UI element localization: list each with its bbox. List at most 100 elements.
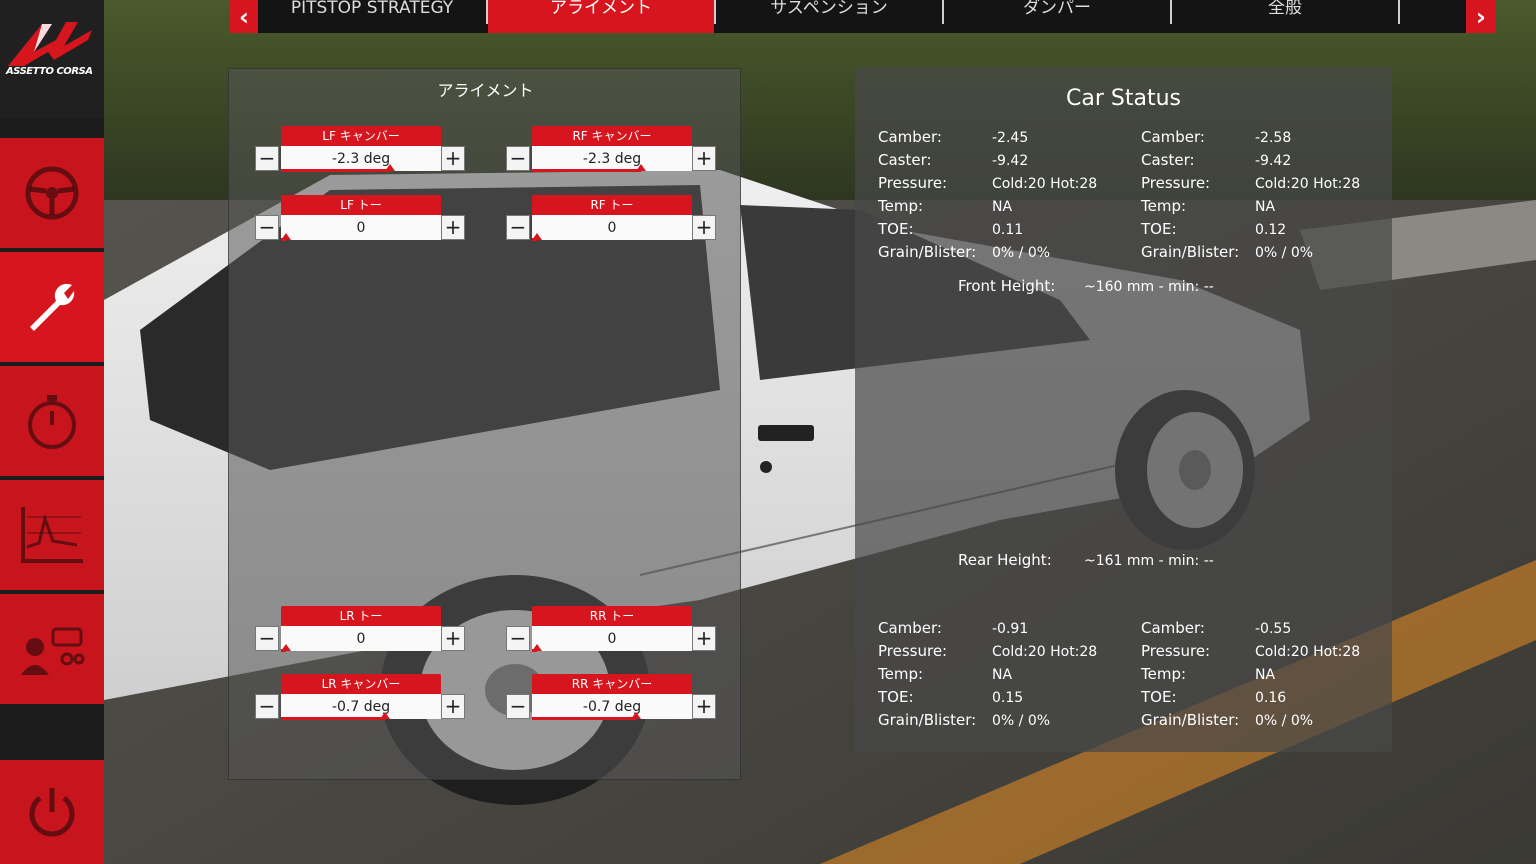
control-label: RF キャンバー (532, 126, 692, 146)
value-slider[interactable] (532, 712, 692, 720)
slider-marker-icon (380, 712, 390, 719)
tab-pitstop-strategy[interactable]: PITSTOP STRATEGY (258, 0, 486, 33)
increase-button[interactable]: + (441, 626, 465, 651)
control-value[interactable]: -2.3 deg (532, 146, 692, 171)
decrease-button[interactable]: − (255, 626, 279, 651)
control-label: LR トー (281, 606, 441, 626)
status-key: Pressure: (878, 642, 948, 660)
car-status-panel: Car Status Camber: -2.45 Caster: -9.42 Press… (855, 68, 1392, 752)
decrease-button[interactable]: − (255, 694, 279, 719)
power-icon (29, 788, 75, 837)
value-slider[interactable] (532, 233, 692, 241)
status-value: Cold:20 Hot:28 (992, 176, 1098, 192)
status-key: Caster: (1141, 151, 1195, 169)
slider-marker-icon (532, 644, 542, 651)
alignment-panel-title: アライメント (437, 81, 534, 100)
status-row-temp: Temp: NA (878, 197, 1138, 220)
sidebar-driver-button[interactable] (0, 594, 104, 704)
status-row-toe: TOE: 0.15 (878, 688, 1138, 711)
logo-wordmark: ASSETTO CORSA (6, 66, 93, 77)
status-value: -0.55 (1255, 621, 1292, 637)
wrench-icon (30, 283, 75, 331)
rr-camber-control: RR キャンバー − -0.7 deg + (506, 674, 718, 724)
decrease-button[interactable]: − (506, 146, 530, 171)
control-label: LF キャンバー (281, 126, 441, 146)
setup-tab-bar: ‹ PITSTOP STRATEGY アライメント サスペンション ダンパー 全… (230, 0, 1496, 33)
status-row-toe: TOE: 0.16 (1141, 688, 1401, 711)
slider-marker-icon (281, 233, 291, 240)
control-value[interactable]: -0.7 deg (281, 694, 441, 719)
status-row-pressure: Pressure: Cold:20 Hot:28 (878, 174, 1138, 197)
tab-general[interactable]: 全般 (1172, 0, 1398, 33)
status-key: Camber: (878, 619, 942, 637)
value-slider[interactable] (532, 164, 692, 172)
rr-toe-control: RR トー −0 + (506, 606, 718, 656)
increase-button[interactable]: + (692, 215, 716, 240)
increase-button[interactable]: + (692, 694, 716, 719)
status-value: NA (1255, 667, 1276, 683)
control-value[interactable]: -2.3 deg (281, 146, 441, 171)
slider-marker-icon (631, 712, 641, 719)
tab-dampers[interactable]: ダンパー (944, 0, 1170, 33)
sidebar-quit-button[interactable] (0, 760, 104, 864)
status-row-camber: Camber: -2.58 (1141, 128, 1401, 151)
sidebar-setup-button[interactable] (0, 252, 104, 362)
decrease-button[interactable]: − (255, 215, 279, 240)
control-value[interactable]: 0 (281, 215, 441, 240)
increase-button[interactable]: + (692, 626, 716, 651)
tab-suspension[interactable]: サスペンション (716, 0, 942, 33)
lr-camber-control: LR キャンバー − -0.7 deg + (255, 674, 467, 724)
left-sidebar: ASSETTO CORSA (0, 0, 104, 864)
slider-marker-icon (636, 164, 646, 171)
control-value[interactable]: 0 (281, 626, 441, 651)
rear-left-status: Camber: -0.91 Pressure: Cold:20 Hot:28 Temp:… (878, 619, 1138, 734)
rear-height-value: ~161 mm - min: -- (1084, 553, 1214, 569)
decrease-button[interactable]: − (506, 215, 530, 240)
value-slider[interactable] (281, 164, 441, 172)
status-row-pressure: Pressure: Cold:20 Hot:28 (878, 642, 1138, 665)
value-slider[interactable] (281, 233, 441, 241)
status-key: Camber: (1141, 619, 1205, 637)
status-row-temp: Temp: NA (1141, 665, 1401, 688)
increase-button[interactable]: + (441, 146, 465, 171)
decrease-button[interactable]: − (255, 146, 279, 171)
increase-button[interactable]: + (692, 146, 716, 171)
tab-alignment[interactable]: アライメント (488, 0, 714, 33)
status-key: Temp: (1141, 197, 1187, 215)
status-key: TOE: (878, 688, 914, 706)
tabs-next-arrow[interactable]: › (1466, 0, 1496, 33)
sidebar-telemetry-button[interactable] (0, 480, 104, 590)
value-slider[interactable] (281, 644, 441, 652)
status-row-toe: TOE: 0.12 (1141, 220, 1401, 243)
control-value[interactable]: -0.7 deg (532, 694, 692, 719)
chevron-right-icon: › (1476, 2, 1486, 31)
value-slider[interactable] (281, 712, 441, 720)
sidebar-drive-button[interactable] (0, 138, 104, 248)
control-value[interactable]: 0 (532, 626, 692, 651)
status-key: Camber: (878, 128, 942, 146)
increase-button[interactable]: + (441, 694, 465, 719)
status-row-grain: Grain/Blister: 0% / 0% (878, 243, 1138, 266)
value-slider[interactable] (532, 644, 692, 652)
status-value: 0.12 (1255, 222, 1287, 238)
decrease-button[interactable]: − (506, 694, 530, 719)
status-value: Cold:20 Hot:28 (1255, 644, 1361, 660)
control-value[interactable]: 0 (532, 215, 692, 240)
status-row-camber: Camber: -0.91 (878, 619, 1138, 642)
status-key: Temp: (878, 665, 924, 683)
tabs-prev-arrow[interactable]: ‹ (230, 0, 258, 33)
status-key: Pressure: (1141, 174, 1211, 192)
rear-height-label: Rear Height: (958, 551, 1052, 569)
assetto-corsa-emblem-icon (8, 22, 92, 66)
lf-toe-control: LF トー −0 + (255, 195, 467, 245)
lr-toe-control: LR トー −0 + (255, 606, 467, 656)
status-row-grain: Grain/Blister: 0% / 0% (1141, 243, 1401, 266)
chevron-left-icon: ‹ (239, 2, 249, 31)
decrease-button[interactable]: − (506, 626, 530, 651)
tab-label: サスペンション (770, 0, 888, 18)
sidebar-timing-button[interactable] (0, 366, 104, 476)
control-label: LF トー (281, 195, 441, 215)
control-label: RF トー (532, 195, 692, 215)
increase-button[interactable]: + (441, 215, 465, 240)
status-key: Grain/Blister: (878, 243, 977, 261)
